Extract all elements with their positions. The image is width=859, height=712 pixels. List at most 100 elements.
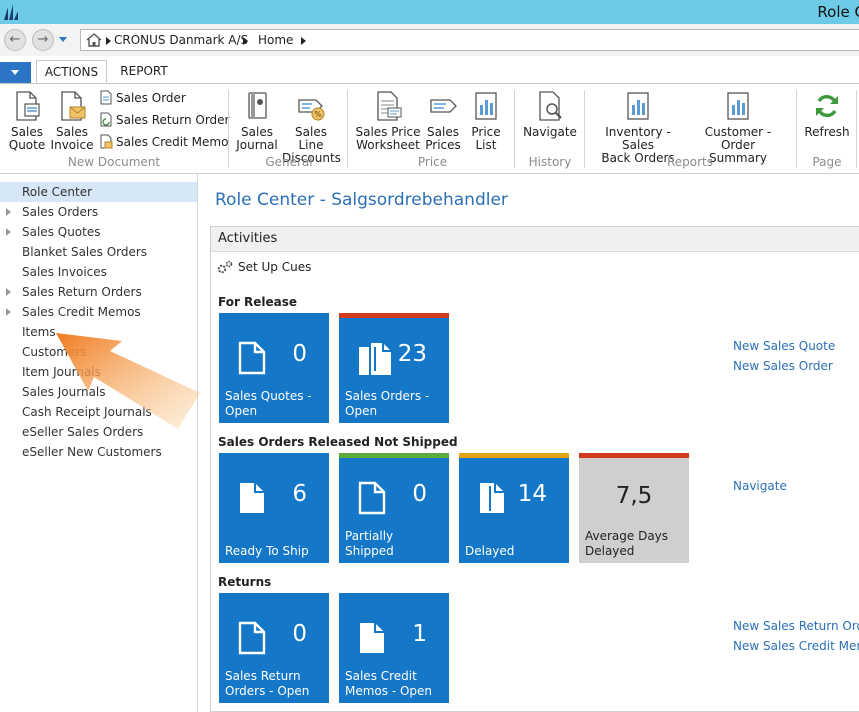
sidebar-item-role-center[interactable]: Role Center (0, 182, 197, 202)
sales-invoice-label-line2: Invoice (50, 138, 94, 152)
forward-arrow-icon: → (37, 32, 49, 47)
customer-order-summary-label-line1: Customer - Order (704, 125, 772, 152)
group-new-document: New Document (67, 155, 161, 169)
cue-value: 0 (412, 481, 427, 507)
sales-quote-button[interactable]: Sales Quote (6, 90, 48, 152)
sales-prices-button[interactable]: Sales Prices (424, 90, 462, 152)
new-sales-quote-link[interactable]: New Sales Quote (733, 339, 835, 353)
svg-text:%: % (314, 110, 322, 119)
breadcrumb-home[interactable]: Home (258, 33, 293, 47)
refresh-icon (816, 94, 838, 118)
filled-document-icon (240, 483, 264, 513)
sidebar-item-sales-invoices[interactable]: Sales Invoices (0, 262, 197, 282)
new-sales-credit-memo-link[interactable]: New Sales Credit Memo (733, 639, 859, 653)
sidebar-item-sales-credit-memos[interactable]: Sales Credit Memos (0, 302, 197, 322)
sales-credit-memo-label: Sales Credit Memo (116, 135, 229, 149)
cue-label: Sales Credit Memos - Open (345, 669, 445, 699)
sidebar-item-sales-quotes[interactable]: Sales Quotes (0, 222, 197, 242)
customer-order-summary-button[interactable]: Customer - Order Summary (688, 90, 788, 165)
cue-value: 0 (292, 341, 307, 367)
dynamics-logo-icon (4, 4, 18, 20)
cue-label-line1: Delayed (465, 544, 515, 558)
sidebar-item-label: Sales Invoices (22, 265, 107, 279)
cue-sales-quotes-open[interactable]: 0 Sales Quotes - Open (219, 313, 329, 423)
sidebar-item-eseller-new-customers[interactable]: eSeller New Customers (0, 442, 197, 462)
sales-order-label: Sales Order (116, 91, 186, 105)
expand-icon[interactable] (6, 308, 11, 316)
title-bar: Role C (0, 0, 859, 24)
cue-label: Average Days Delayed (585, 529, 685, 559)
refresh-button[interactable]: Refresh (802, 90, 852, 139)
breadcrumb-separator-icon[interactable] (243, 37, 248, 45)
discount-tag-icon: % (298, 99, 325, 121)
document-icon (238, 621, 266, 655)
activities-header[interactable]: Activities (211, 227, 859, 252)
cue-label-line1: Sales Orders - (345, 389, 430, 403)
document-icon (16, 91, 40, 121)
price-tag-icon (430, 99, 457, 113)
address-bar[interactable]: CRONUS Danmark A/S Home (80, 29, 859, 51)
cue-value: 14 (517, 481, 547, 507)
sales-journal-button[interactable]: Sales Journal (236, 90, 278, 152)
split-document-icon (480, 483, 504, 513)
back-button[interactable]: ← (4, 29, 26, 51)
cue-status-bar (339, 313, 449, 318)
sales-invoice-button[interactable]: Sales Invoice (50, 90, 94, 152)
application-menu-button[interactable] (0, 62, 31, 83)
page-title: Role Center - Salgsordrebehandler (215, 190, 508, 210)
forward-button[interactable]: → (32, 29, 54, 51)
sales-price-worksheet-button[interactable]: Sales Price Worksheet (355, 90, 421, 152)
sidebar-item-label: Role Center (22, 185, 93, 199)
cue-sales-credit-memos-open[interactable]: 1 Sales Credit Memos - Open (339, 593, 449, 703)
navigate-ribbon-button[interactable]: Navigate (522, 90, 578, 139)
report-chart-icon (627, 92, 649, 120)
sidebar-item-sales-orders[interactable]: Sales Orders (0, 202, 197, 222)
section-for-release-title: For Release (218, 295, 298, 309)
group-history: History (528, 155, 572, 169)
cue-label-line2: Memos - Open (345, 684, 433, 698)
history-dropdown-icon[interactable] (59, 37, 67, 42)
sidebar-item-label: Sales Return Orders (22, 285, 142, 299)
cue-ready-to-ship[interactable]: 6 Ready To Ship (219, 453, 329, 563)
inventory-sales-back-orders-button[interactable]: Inventory - Sales Back Orders (590, 90, 686, 165)
sales-line-discounts-button[interactable]: % Sales Line Discounts (282, 90, 341, 165)
cue-value: 1 (412, 621, 427, 647)
breadcrumb-company[interactable]: CRONUS Danmark A/S (114, 33, 248, 47)
expand-icon[interactable] (6, 208, 11, 216)
expand-icon[interactable] (6, 288, 11, 296)
tab-report[interactable]: REPORT (111, 60, 177, 84)
cue-label-line1: Partially Shipped (345, 529, 394, 558)
new-sales-order-link[interactable]: New Sales Order (733, 359, 833, 373)
cue-sales-return-orders-open[interactable]: 0 Sales Return Orders - Open (219, 593, 329, 703)
sidebar-item-label: Sales Quotes (22, 225, 101, 239)
cue-status-bar (459, 453, 569, 458)
navigate-link[interactable]: Navigate (733, 479, 787, 493)
journal-icon (248, 92, 267, 119)
sidebar-item-blanket-sales-orders[interactable]: Blanket Sales Orders (0, 242, 197, 262)
cue-label-line2: Delayed (585, 544, 635, 558)
expand-icon[interactable] (6, 228, 11, 236)
cue-value: 0 (292, 621, 307, 647)
inventory-sales-back-orders-label-line1: Inventory - Sales (605, 125, 671, 152)
home-icon[interactable] (86, 33, 102, 47)
cue-average-days-delayed[interactable]: 7,5 Average Days Delayed (579, 453, 689, 563)
sidebar-item-sales-return-orders[interactable]: Sales Return Orders (0, 282, 197, 302)
new-sales-return-order-link[interactable]: New Sales Return Order (733, 619, 859, 633)
cue-partially-shipped[interactable]: 0 Partially Shipped (339, 453, 449, 563)
cue-delayed[interactable]: 14 Delayed (459, 453, 569, 563)
sales-quote-label-line2: Quote (8, 138, 46, 152)
cue-label-line1: Average Days (585, 529, 669, 543)
ribbon-separator (856, 90, 857, 168)
price-list-button[interactable]: Price List (468, 90, 504, 152)
cue-sales-orders-open[interactable]: 23 Sales Orders - Open (339, 313, 449, 423)
breadcrumb-separator-icon[interactable] (106, 37, 111, 45)
group-reports: Reports (666, 155, 714, 169)
navigate-magnifier-icon (539, 91, 562, 121)
cue-label: Partially Shipped (345, 529, 445, 559)
breadcrumb-separator-icon[interactable] (301, 37, 306, 45)
tab-actions[interactable]: ACTIONS (36, 60, 107, 84)
sales-return-order-label: Sales Return Order (116, 113, 230, 127)
main-content: Role Center - Salgsordrebehandler Activi… (200, 174, 859, 712)
cue-status-bar (339, 453, 449, 458)
ribbon: Sales Quote Sales Invoice Sales Order Sa… (0, 83, 859, 174)
